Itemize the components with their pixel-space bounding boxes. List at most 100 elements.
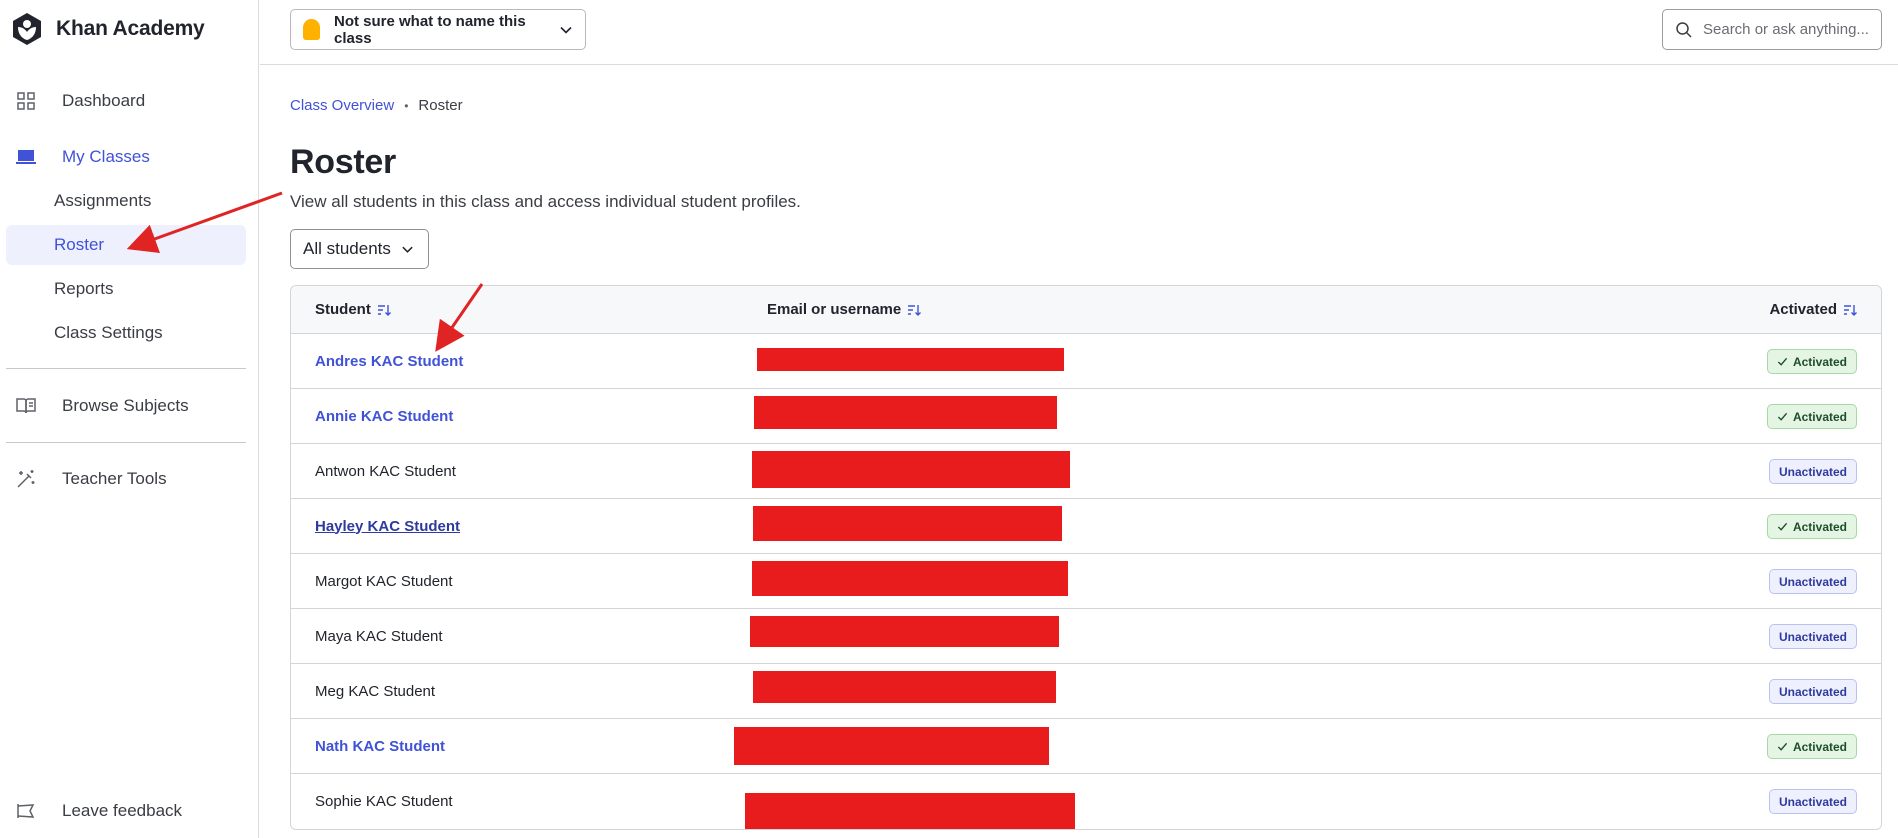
sidebar: Khan Academy Dashboard My Classes Assign… xyxy=(0,0,259,838)
status-label: Unactivated xyxy=(1778,794,1847,809)
student-name[interactable]: Maya KAC Student xyxy=(315,609,443,663)
redacted-email xyxy=(752,561,1068,596)
status-badge: Unactivated xyxy=(1768,789,1857,814)
student-name[interactable]: Antwon KAC Student xyxy=(315,444,456,498)
status-label: Activated xyxy=(1792,519,1847,534)
sidebar-divider xyxy=(6,442,246,443)
sort-icon xyxy=(908,304,922,316)
column-header-student[interactable]: Student xyxy=(315,301,391,318)
sort-icon xyxy=(377,304,391,316)
student-name[interactable]: Margot KAC Student xyxy=(315,554,453,608)
page-description: View all students in this class and acce… xyxy=(290,192,801,211)
sidebar-item-dashboard[interactable]: Dashboard xyxy=(6,81,246,121)
sidebar-item-leave-feedback[interactable]: Leave feedback xyxy=(6,791,246,831)
status-badge: Activated xyxy=(1766,734,1857,759)
column-header-email[interactable]: Email or username xyxy=(767,301,922,318)
sidebar-item-browse-subjects[interactable]: Browse Subjects xyxy=(6,386,246,426)
status-label: Unactivated xyxy=(1778,684,1847,699)
redacted-email xyxy=(753,506,1062,541)
table-row: Nath KAC Student Activated xyxy=(291,719,1881,774)
sidebar-item-label: Leave feedback xyxy=(62,801,183,820)
sidebar-item-label: My Classes xyxy=(62,147,150,166)
redacted-email xyxy=(754,396,1057,429)
table-row: Hayley KAC Student Activated xyxy=(291,499,1881,554)
brand-name: Khan Academy xyxy=(56,17,205,40)
student-name-link[interactable]: Nath KAC Student xyxy=(315,719,445,773)
student-name-link[interactable]: Hayley KAC Student xyxy=(315,499,460,553)
sidebar-item-assignments[interactable]: Assignments xyxy=(6,181,246,221)
table-row: Andres KAC Student Activated xyxy=(291,334,1881,389)
table-row: Annie KAC Student Activated xyxy=(291,389,1881,444)
check-icon xyxy=(1777,412,1788,421)
status-badge: Unactivated xyxy=(1768,569,1857,594)
table-row: Antwon KAC Student Unactivated xyxy=(291,444,1881,499)
status-label: Activated xyxy=(1792,354,1847,369)
class-selector[interactable]: Not sure what to name this class xyxy=(290,9,586,50)
redacted-email xyxy=(757,348,1064,371)
sidebar-item-label: Teacher Tools xyxy=(62,469,167,488)
class-name: Not sure what to name this class xyxy=(334,12,526,47)
status-label: Activated xyxy=(1792,739,1847,754)
sidebar-item-reports[interactable]: Reports xyxy=(6,269,246,309)
book-icon xyxy=(14,394,38,418)
page-title: Roster xyxy=(290,143,396,181)
redacted-email xyxy=(745,793,1075,829)
breadcrumb-separator: • xyxy=(404,98,409,113)
column-header-label: Student xyxy=(315,301,371,318)
status-label: Unactivated xyxy=(1778,574,1847,589)
status-badge: Unactivated xyxy=(1768,459,1857,484)
check-icon xyxy=(1777,742,1788,751)
magic-wand-icon xyxy=(14,467,38,491)
chevron-down-icon xyxy=(560,26,572,34)
roster-table: Student Email or username Activated Andr… xyxy=(290,285,1882,830)
search-icon xyxy=(1676,21,1692,38)
breadcrumb: Class Overview • Roster xyxy=(290,97,463,114)
student-name-link[interactable]: Annie KAC Student xyxy=(315,389,453,443)
laptop-icon xyxy=(14,145,38,169)
grid-icon xyxy=(14,89,38,113)
brand[interactable]: Khan Academy xyxy=(10,10,205,48)
main-content: Class Overview • Roster Roster View all … xyxy=(290,65,1898,838)
sidebar-item-my-classes[interactable]: My Classes xyxy=(6,137,246,177)
sidebar-item-roster[interactable]: Roster xyxy=(6,225,246,265)
redacted-email xyxy=(734,727,1049,765)
sidebar-item-label: Browse Subjects xyxy=(62,396,189,415)
chevron-down-icon xyxy=(402,246,413,253)
redacted-email xyxy=(752,451,1070,488)
khan-academy-logo-icon xyxy=(13,13,41,45)
column-header-activated[interactable]: Activated xyxy=(1769,301,1857,318)
column-header-label: Email or username xyxy=(767,301,902,318)
megaphone-icon xyxy=(14,799,38,823)
student-filter-dropdown[interactable]: All students xyxy=(290,229,429,269)
class-color-icon xyxy=(303,19,320,40)
table-row: Margot KAC Student Unactivated xyxy=(291,554,1881,609)
status-badge: Activated xyxy=(1766,514,1857,539)
student-name-link[interactable]: Andres KAC Student xyxy=(315,334,463,388)
table-row: Sophie KAC Student Unactivated xyxy=(291,774,1881,829)
status-badge: Activated xyxy=(1766,404,1857,429)
status-label: Unactivated xyxy=(1778,464,1847,479)
top-bar: Not sure what to name this class Search … xyxy=(260,0,1898,65)
sidebar-item-teacher-tools[interactable]: Teacher Tools xyxy=(6,459,246,499)
student-name[interactable]: Sophie KAC Student xyxy=(315,774,453,829)
status-label: Unactivated xyxy=(1778,629,1847,644)
breadcrumb-class-overview[interactable]: Class Overview xyxy=(290,97,394,114)
status-badge: Activated xyxy=(1766,349,1857,374)
search-input[interactable]: Search or ask anything... xyxy=(1662,9,1882,50)
table-row: Maya KAC Student Unactivated xyxy=(291,609,1881,664)
redacted-email xyxy=(753,671,1056,703)
status-label: Activated xyxy=(1792,409,1847,424)
sidebar-item-label: Dashboard xyxy=(62,91,146,110)
check-icon xyxy=(1777,522,1788,531)
student-name[interactable]: Meg KAC Student xyxy=(315,664,435,718)
sidebar-divider xyxy=(6,368,246,369)
column-header-label: Activated xyxy=(1769,301,1837,318)
check-icon xyxy=(1777,357,1788,366)
redacted-email xyxy=(750,616,1059,647)
sidebar-item-class-settings[interactable]: Class Settings xyxy=(6,313,246,353)
filter-label: All students xyxy=(303,239,391,258)
table-header: Student Email or username Activated xyxy=(291,286,1881,334)
table-row: Meg KAC Student Unactivated xyxy=(291,664,1881,719)
status-badge: Unactivated xyxy=(1768,624,1857,649)
breadcrumb-current: Roster xyxy=(418,97,463,114)
